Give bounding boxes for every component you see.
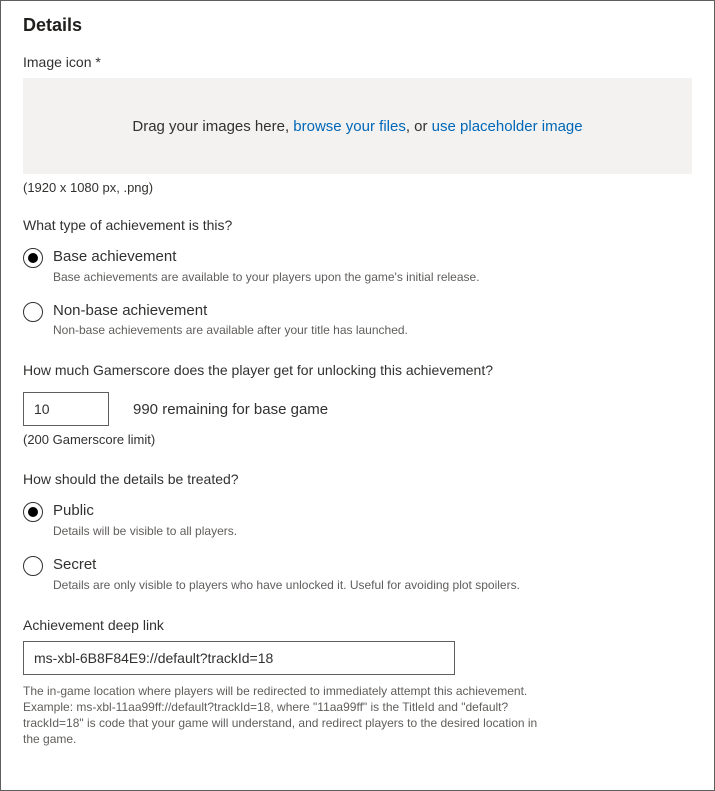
radio-content: Secret Details are only visible to playe… — [53, 555, 692, 593]
section-title: Details — [23, 15, 692, 36]
deeplink-label: Achievement deep link — [23, 617, 692, 633]
radio-content: Public Details will be visible to all pl… — [53, 501, 692, 539]
radio-content: Non-base achievement Non-base achievemen… — [53, 301, 692, 339]
placeholder-image-link[interactable]: use placeholder image — [432, 118, 583, 135]
visibility-question: How should the details be treated? — [23, 471, 692, 487]
browse-files-link[interactable]: browse your files — [293, 118, 406, 135]
radio-icon — [23, 248, 43, 268]
dropzone-text: Drag your images here, browse your files… — [132, 118, 582, 135]
deeplink-help: The in-game location where players will … — [23, 683, 543, 748]
dropzone-prefix: Drag your images here, — [132, 118, 293, 135]
radio-desc: Details are only visible to players who … — [53, 577, 553, 593]
deeplink-input[interactable] — [23, 641, 455, 675]
radio-label: Non-base achievement — [53, 301, 692, 321]
achievement-type-question: What type of achievement is this? — [23, 217, 692, 233]
visibility-group: Public Details will be visible to all pl… — [23, 501, 692, 592]
radio-icon — [23, 502, 43, 522]
details-panel: Details Image icon * Drag your images he… — [0, 0, 715, 791]
achievement-type-group: Base achievement Base achievements are a… — [23, 247, 692, 338]
radio-content: Base achievement Base achievements are a… — [53, 247, 692, 285]
gamerscore-row: 990 remaining for base game — [23, 392, 692, 426]
gamerscore-remaining: 990 remaining for base game — [133, 401, 328, 418]
gamerscore-question: How much Gamerscore does the player get … — [23, 362, 692, 378]
image-dropzone[interactable]: Drag your images here, browse your files… — [23, 78, 692, 174]
radio-desc: Details will be visible to all players. — [53, 523, 553, 539]
radio-desc: Base achievements are available to your … — [53, 269, 553, 285]
radio-icon — [23, 556, 43, 576]
gamerscore-input[interactable] — [23, 392, 109, 426]
radio-desc: Non-base achievements are available afte… — [53, 322, 553, 338]
radio-base-achievement[interactable]: Base achievement Base achievements are a… — [23, 247, 692, 285]
radio-public[interactable]: Public Details will be visible to all pl… — [23, 501, 692, 539]
gamerscore-limit: (200 Gamerscore limit) — [23, 432, 692, 447]
radio-label: Public — [53, 501, 692, 521]
image-icon-hint: (1920 x 1080 px, .png) — [23, 180, 692, 195]
dropzone-middle: , or — [406, 118, 432, 135]
image-icon-label: Image icon * — [23, 54, 692, 70]
radio-label: Base achievement — [53, 247, 692, 267]
radio-label: Secret — [53, 555, 692, 575]
radio-nonbase-achievement[interactable]: Non-base achievement Non-base achievemen… — [23, 301, 692, 339]
radio-icon — [23, 302, 43, 322]
radio-secret[interactable]: Secret Details are only visible to playe… — [23, 555, 692, 593]
